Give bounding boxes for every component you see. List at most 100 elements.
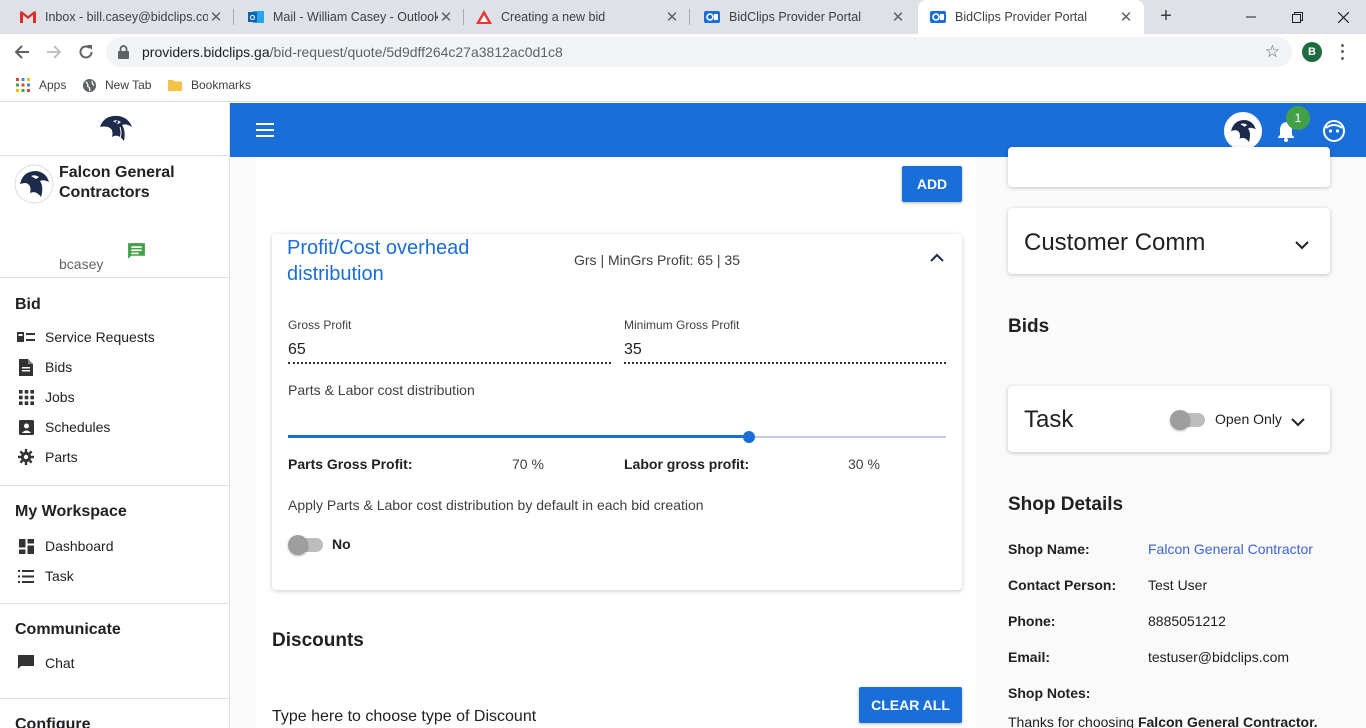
forward-arrow-icon[interactable] xyxy=(43,41,65,63)
discount-type-input[interactable] xyxy=(272,705,772,728)
sidebar-item-service-requests[interactable]: Service Requests xyxy=(0,322,229,352)
main-content: ADD Profit/Cost overhead distribution Gr… xyxy=(230,157,992,728)
back-arrow-icon[interactable] xyxy=(11,41,33,63)
schedule-icon xyxy=(17,418,35,436)
shop-name-key: Shop Name: xyxy=(1008,541,1090,557)
shop-details-heading: Shop Details xyxy=(1008,494,1124,515)
close-tab-icon[interactable]: ✕ xyxy=(1118,8,1134,26)
phone-key: Phone: xyxy=(1008,613,1056,629)
browser-tab[interactable]: Creating a new bid ✕ xyxy=(464,0,690,34)
lock-icon xyxy=(118,45,132,59)
task-card[interactable]: Task Open Only xyxy=(1008,386,1330,452)
panel-title: Profit/Cost overhead distribution xyxy=(287,237,470,285)
tab-title: BidClips Provider Portal xyxy=(955,10,1087,24)
sidebar-item-label: Bids xyxy=(45,359,73,375)
address-bar[interactable]: providers.bidclips.ga/bid-request/quote/… xyxy=(106,37,1292,67)
menu-hamburger-icon[interactable] xyxy=(256,123,274,137)
close-tab-icon[interactable]: ✕ xyxy=(890,8,906,26)
task-title: Task xyxy=(1024,406,1074,433)
bookmark-folder[interactable]: Bookmarks xyxy=(167,77,251,93)
message-icon[interactable] xyxy=(126,241,147,267)
parts-labor-slider[interactable] xyxy=(288,427,946,447)
customer-comm-title: Customer Comm xyxy=(1024,229,1206,256)
sidebar-section-workspace: My Workspace Dashboard Task xyxy=(0,486,229,604)
sidebar-section-communicate: Communicate Chat xyxy=(0,604,229,699)
sidebar-item-jobs[interactable]: Jobs xyxy=(0,382,229,412)
collapsed-card xyxy=(1008,147,1330,187)
account-face-icon[interactable] xyxy=(1323,120,1345,147)
gear-icon xyxy=(17,448,35,466)
section-heading: Configure xyxy=(15,716,91,728)
sidebar-item-parts[interactable]: Parts xyxy=(0,442,229,472)
close-tab-icon[interactable]: ✕ xyxy=(664,8,680,26)
sidebar-item-chat[interactable]: Chat xyxy=(0,648,229,678)
window-close-icon[interactable] xyxy=(1320,0,1366,34)
browser-tab-strip: Inbox - bill.casey@bidclips.com ✕ O Mail… xyxy=(0,0,1366,34)
min-gross-profit-label: Minimum Gross Profit xyxy=(624,318,740,332)
username: bcasey xyxy=(59,256,104,272)
sidebar-item-label: Dashboard xyxy=(45,538,114,554)
apply-default-toggle-label: No xyxy=(332,536,351,552)
profile-avatar[interactable]: B xyxy=(1302,42,1322,62)
falcon-avatar-icon[interactable] xyxy=(1224,112,1262,150)
apply-default-toggle[interactable] xyxy=(288,533,326,555)
open-only-toggle[interactable] xyxy=(1170,408,1208,430)
company-avatar xyxy=(14,164,54,204)
bookmark-new-tab[interactable]: New Tab xyxy=(81,77,151,93)
restore-icon[interactable] xyxy=(1274,0,1320,34)
tab-title: Inbox - bill.casey@bidclips.com xyxy=(45,10,208,24)
clear-all-button[interactable]: CLEAR ALL xyxy=(859,687,962,723)
customer-comm-card[interactable]: Customer Comm xyxy=(1008,208,1330,274)
browser-tab-active[interactable]: BidClips Provider Portal ✕ xyxy=(918,0,1144,34)
service-requests-icon xyxy=(17,328,35,346)
add-button[interactable]: ADD xyxy=(902,166,962,202)
apply-default-text: Apply Parts & Labor cost distribution by… xyxy=(288,497,704,513)
tab-title: Mail - William Casey - Outlook xyxy=(273,10,438,24)
shop-name-link[interactable]: Falcon General Contractor xyxy=(1148,541,1313,557)
browser-tab[interactable]: BidClips Provider Portal ✕ xyxy=(692,0,916,34)
profit-cost-panel: Profit/Cost overhead distribution Grs | … xyxy=(272,234,962,590)
slider-thumb[interactable] xyxy=(743,431,755,443)
bookmarks-bar: Apps New Tab Bookmarks xyxy=(0,70,1366,102)
sidebar-item-task[interactable]: Task xyxy=(0,561,229,591)
sidebar-user-card: Falcon General Contractors bcasey xyxy=(0,156,229,278)
browser-tab[interactable]: O Mail - William Casey - Outlook ✕ xyxy=(236,0,464,34)
email-key: Email: xyxy=(1008,649,1051,665)
sidebar-item-bids[interactable]: Bids xyxy=(0,352,229,382)
right-column: Customer Comm Bids Task Open Only Shop D… xyxy=(992,147,1366,728)
chat-icon xyxy=(17,654,35,672)
section-heading: My Workspace xyxy=(15,503,127,520)
falcon-logo-icon xyxy=(99,115,132,141)
browser-menu-icon[interactable] xyxy=(1338,42,1346,62)
folder-icon xyxy=(167,77,183,93)
chevron-down-icon[interactable] xyxy=(1295,237,1309,255)
bookmark-apps[interactable]: Apps xyxy=(15,77,66,93)
reload-icon[interactable] xyxy=(75,41,97,63)
chevron-down-icon[interactable] xyxy=(1291,414,1305,432)
close-tab-icon[interactable]: ✕ xyxy=(438,8,454,26)
grid-icon xyxy=(17,388,35,406)
document-icon xyxy=(17,358,35,376)
contact-person-value: Test User xyxy=(1148,577,1208,593)
slider-track xyxy=(288,435,749,438)
discounts-heading: Discounts xyxy=(272,630,364,651)
shop-notes-text: Thanks for choosing Falcon General Contr… xyxy=(1008,714,1318,728)
chevron-up-icon[interactable] xyxy=(930,250,944,268)
parts-gross-profit-label: Parts Gross Profit: xyxy=(288,456,413,472)
apps-grid-icon xyxy=(15,77,31,93)
gross-profit-input[interactable] xyxy=(288,334,611,364)
close-tab-icon[interactable]: ✕ xyxy=(208,8,224,26)
bookmark-star-icon[interactable]: ☆ xyxy=(1265,42,1280,62)
browser-tab[interactable]: Inbox - bill.casey@bidclips.com ✕ xyxy=(8,0,234,34)
sidebar-item-label: Service Requests xyxy=(45,329,155,345)
sidebar-item-schedules[interactable]: Schedules xyxy=(0,412,229,442)
bookmark-label: Bookmarks xyxy=(191,78,252,92)
new-tab-plus-icon[interactable]: + xyxy=(1156,6,1176,26)
falcon-logo[interactable] xyxy=(0,103,229,156)
sidebar-item-dashboard[interactable]: Dashboard xyxy=(0,531,229,561)
section-heading: Communicate xyxy=(15,621,121,638)
minimize-icon[interactable] xyxy=(1228,0,1274,34)
outlook-icon: O xyxy=(248,9,264,25)
sidebar-item-label: Parts xyxy=(45,449,78,465)
min-gross-profit-input[interactable] xyxy=(624,334,946,364)
